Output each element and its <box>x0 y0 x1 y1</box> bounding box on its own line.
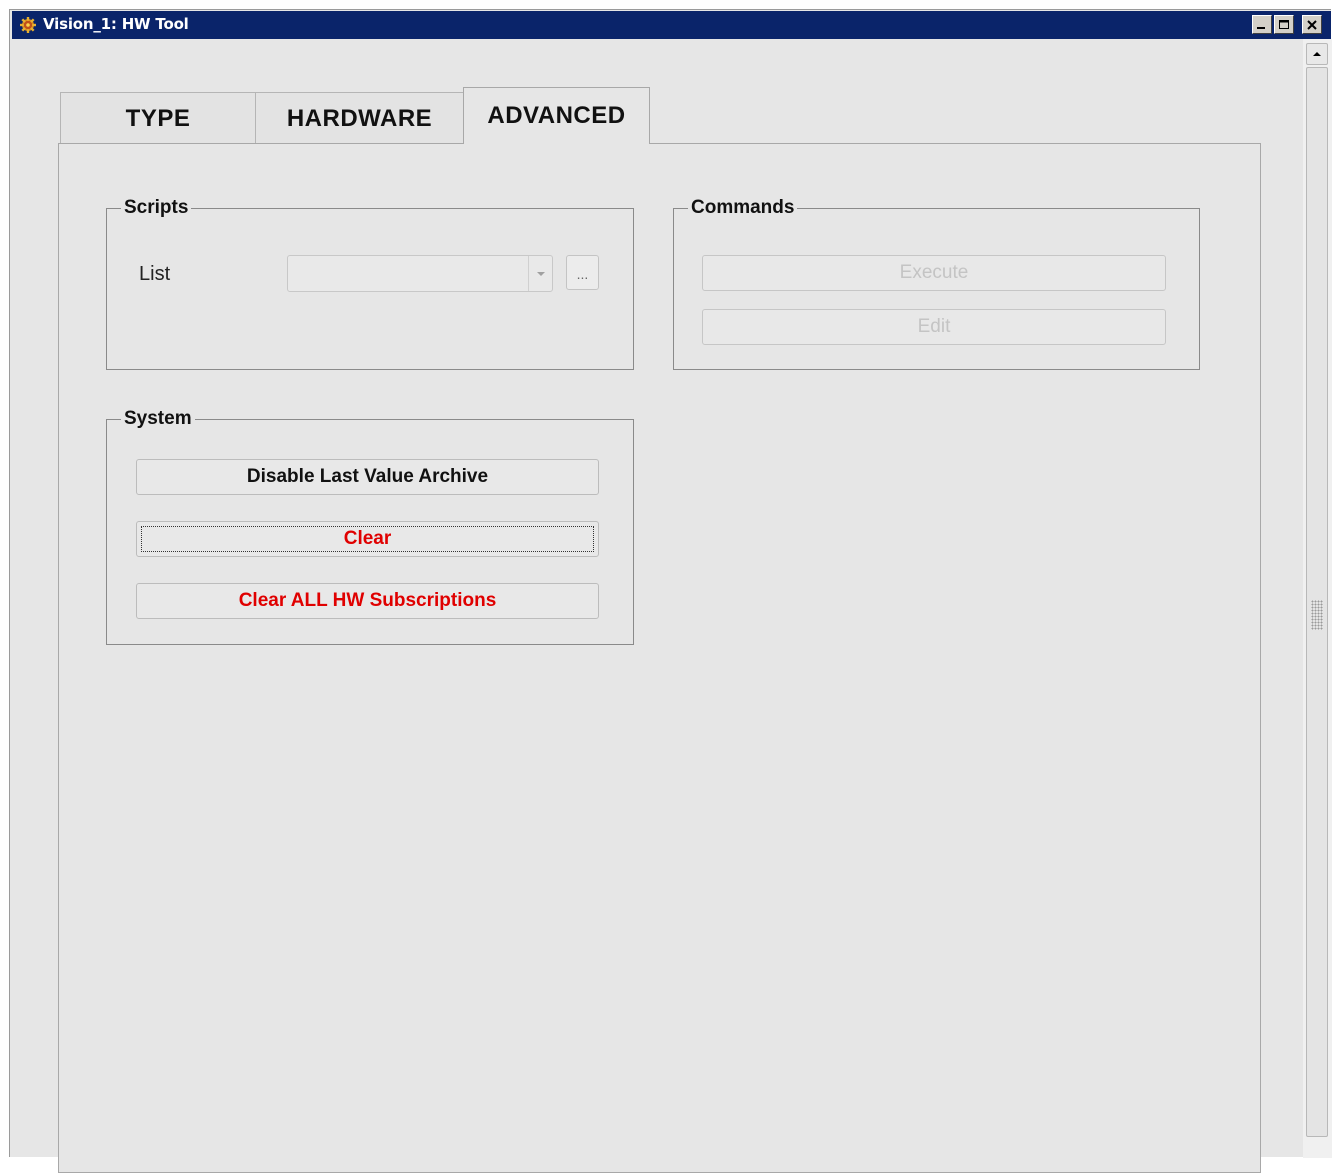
arrow-up-icon <box>1313 52 1321 56</box>
tab-type[interactable]: TYPE <box>60 92 256 144</box>
browse-button[interactable]: ... <box>566 255 599 290</box>
scrollbar-thumb[interactable] <box>1306 67 1328 1137</box>
advanced-tab-panel: Scripts List ... Commands Execute Edit S… <box>58 143 1261 1173</box>
hw-tool-window: Vision_1: HW Tool TYPE HARDWARE ADVANCED… <box>9 9 1332 1173</box>
commands-group: Commands Execute Edit <box>673 197 1200 370</box>
scroll-up-button[interactable] <box>1306 43 1328 65</box>
clear-all-hw-subscriptions-button[interactable]: Clear ALL HW Subscriptions <box>136 583 599 619</box>
system-group: System Disable Last Value Archive Clear … <box>106 408 634 645</box>
commands-group-title: Commands <box>688 197 798 219</box>
gear-icon <box>20 17 36 33</box>
scripts-group-title: Scripts <box>121 197 192 219</box>
maximize-button[interactable] <box>1274 15 1294 34</box>
close-icon <box>1307 19 1317 30</box>
grip-icon <box>1311 600 1323 630</box>
scripts-group: Scripts List ... <box>106 197 634 370</box>
close-button[interactable] <box>1302 15 1322 34</box>
dropdown-arrow[interactable] <box>528 256 552 291</box>
script-list-dropdown[interactable] <box>287 255 553 292</box>
title-bar[interactable]: Vision_1: HW Tool <box>12 11 1331 39</box>
system-group-title: System <box>121 408 195 430</box>
clear-button[interactable]: Clear <box>136 521 599 557</box>
window-title: Vision_1: HW Tool <box>43 15 189 33</box>
edit-button[interactable]: Edit <box>702 309 1166 345</box>
list-label: List <box>139 263 171 285</box>
vertical-scrollbar[interactable] <box>1303 39 1332 1158</box>
minimize-icon <box>1257 26 1265 29</box>
chevron-down-icon <box>536 271 545 276</box>
execute-button[interactable]: Execute <box>702 255 1166 291</box>
clear-button-label: Clear <box>343 528 392 549</box>
tab-hardware[interactable]: HARDWARE <box>255 92 464 144</box>
minimize-button[interactable] <box>1252 15 1272 34</box>
tab-advanced[interactable]: ADVANCED <box>463 87 650 144</box>
disable-last-value-archive-button[interactable]: Disable Last Value Archive <box>136 459 599 495</box>
maximize-icon <box>1279 19 1289 29</box>
